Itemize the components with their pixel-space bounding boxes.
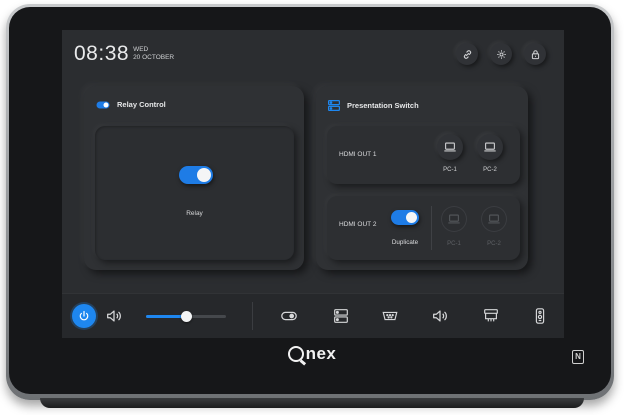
bottom-toolbar — [62, 294, 564, 338]
relay-card-title: Relay Control — [117, 100, 166, 109]
settings-button[interactable] — [490, 43, 512, 65]
screen: 08:38 WED 20 OCTOBER Relay Control Relay… — [62, 30, 564, 338]
toolbar-divider — [252, 302, 253, 330]
brand-name: nex — [305, 344, 337, 363]
relay-toggle[interactable] — [179, 166, 213, 184]
link-button[interactable] — [456, 43, 478, 65]
audio-icon — [433, 310, 447, 322]
hdmi-out-2-pc-1-label: PC-1 — [447, 241, 461, 247]
laptop-icon — [444, 142, 456, 152]
hdmi-out-2-pc-2-button[interactable] — [481, 206, 507, 232]
power-button[interactable] — [72, 304, 96, 328]
relay-panel: Relay — [95, 126, 294, 260]
relay-card-header: Relay Control — [96, 100, 166, 109]
hdmi-out-2-pc-1-button[interactable] — [441, 206, 467, 232]
display-nav-button[interactable] — [380, 306, 400, 326]
hdmi-out-2-panel: HDMI OUT 2 Duplicate PC-1 PC-2 — [327, 196, 520, 260]
volume-slider-thumb[interactable] — [180, 311, 192, 322]
hdmi-out-1-pc-2-label: PC-2 — [483, 167, 497, 173]
screen-nav-button[interactable] — [481, 306, 501, 326]
nfc-icon: N — [572, 350, 584, 364]
presentation-card-title: Presentation Switch — [347, 101, 419, 110]
brand-logo-mark — [287, 346, 304, 362]
presentation-card-header: Presentation Switch — [328, 100, 419, 111]
hdmi-out-1-pc-1-button[interactable] — [437, 134, 463, 160]
device-base — [40, 398, 584, 408]
volume-button[interactable] — [104, 306, 124, 326]
toggle-icon — [281, 311, 297, 321]
remote-icon — [535, 308, 545, 324]
duplicate-toggle[interactable] — [391, 210, 419, 225]
hdmi-out-2-pc-2-label: PC-2 — [487, 241, 501, 247]
relay-control-card: Relay Control Relay — [84, 86, 304, 270]
brand-logo: nex — [0, 344, 624, 364]
relay-nav-button[interactable] — [279, 306, 299, 326]
switcher-nav-button[interactable] — [331, 306, 351, 326]
lock-icon — [531, 49, 539, 59]
duplicate-toggle-knob — [406, 212, 417, 223]
audio-nav-button[interactable] — [430, 306, 450, 326]
clock-day: WED — [133, 46, 149, 53]
clock: 08:38 WED 20 OCTOBER — [74, 42, 174, 66]
relay-toggle-knob — [197, 168, 211, 182]
header-actions — [456, 43, 546, 65]
vga-icon — [382, 311, 398, 321]
projector-screen-icon — [484, 309, 498, 322]
divider — [431, 206, 432, 250]
hdmi-out-1-label: HDMI OUT 1 — [339, 151, 377, 158]
clock-date-text: 20 OCTOBER — [133, 54, 175, 61]
power-icon — [79, 310, 89, 321]
lock-button[interactable] — [524, 43, 546, 65]
laptop-icon — [448, 214, 460, 224]
link-icon — [463, 49, 471, 59]
duplicate-label: Duplicate — [391, 239, 419, 246]
clock-time: 08:38 — [74, 42, 130, 65]
hdmi-out-2-label: HDMI OUT 2 — [339, 221, 377, 228]
laptop-icon — [484, 142, 496, 152]
volume-slider[interactable] — [146, 311, 226, 322]
switcher-icon — [328, 100, 340, 111]
clock-date: WED 20 OCTOBER — [133, 46, 174, 62]
hdmi-out-1-pc-1-label: PC-1 — [443, 167, 457, 173]
toggle-icon — [96, 101, 110, 108]
relay-label: Relay — [186, 210, 203, 217]
presentation-switch-card: Presentation Switch HDMI OUT 1 PC-1 PC-2… — [316, 86, 528, 270]
speaker-icon — [107, 310, 121, 322]
laptop-icon — [488, 214, 500, 224]
switcher-icon — [334, 309, 348, 323]
remote-nav-button[interactable] — [530, 306, 550, 326]
hdmi-out-1-pc-2-button[interactable] — [477, 134, 503, 160]
hdmi-out-1-panel: HDMI OUT 1 PC-1 PC-2 — [327, 126, 520, 184]
gear-icon — [496, 49, 506, 59]
